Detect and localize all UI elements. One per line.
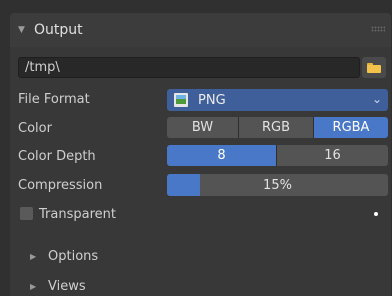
drag-grip-icon[interactable] xyxy=(371,26,385,32)
expand-triangle-icon: ▶ xyxy=(30,252,37,261)
chevron-down-icon: ⌄ xyxy=(371,92,382,106)
color-label: Color xyxy=(18,121,52,136)
output-panel-header[interactable]: ▼ Output xyxy=(10,13,391,47)
color-depth-label: Color Depth xyxy=(18,149,96,164)
output-path-value: /tmp\ xyxy=(25,60,60,75)
color-depth-option-16[interactable]: 16 xyxy=(277,145,388,166)
subpanel-options[interactable]: ▶ Options xyxy=(30,249,98,264)
color-option-rgba[interactable]: RGBA xyxy=(314,117,388,138)
expand-triangle-icon: ▶ xyxy=(30,282,37,291)
transparent-label: Transparent xyxy=(39,207,116,222)
color-depth-toggle: 8 16 xyxy=(167,145,388,166)
subpanel-views[interactable]: ▶ Views xyxy=(30,279,86,294)
keyframe-dot-icon[interactable] xyxy=(374,212,378,216)
file-format-label: File Format xyxy=(18,92,90,107)
file-format-select[interactable]: PNG ⌄ xyxy=(167,89,388,111)
color-option-bw[interactable]: BW xyxy=(167,117,239,138)
image-icon xyxy=(174,93,188,107)
subpanel-options-label: Options xyxy=(48,249,99,264)
color-mode-toggle: BW RGB RGBA xyxy=(167,117,388,138)
color-option-rgb[interactable]: RGB xyxy=(239,117,314,138)
color-depth-option-8[interactable]: 8 xyxy=(167,145,277,166)
collapse-triangle-icon[interactable]: ▼ xyxy=(18,25,30,35)
subpanel-views-label: Views xyxy=(48,279,86,294)
compression-slider[interactable]: 15% xyxy=(167,174,388,196)
output-panel: ▼ Output /tmp\ File Format PNG ⌄ Color B… xyxy=(0,0,392,296)
compression-value: 15% xyxy=(263,177,292,193)
output-path-field[interactable]: /tmp\ xyxy=(18,57,360,78)
folder-icon xyxy=(367,62,381,73)
panel-title: Output xyxy=(34,22,83,38)
compression-label: Compression xyxy=(18,178,103,193)
browse-folder-button[interactable] xyxy=(362,57,386,78)
file-format-value: PNG xyxy=(198,92,226,108)
transparent-checkbox[interactable] xyxy=(20,207,33,220)
